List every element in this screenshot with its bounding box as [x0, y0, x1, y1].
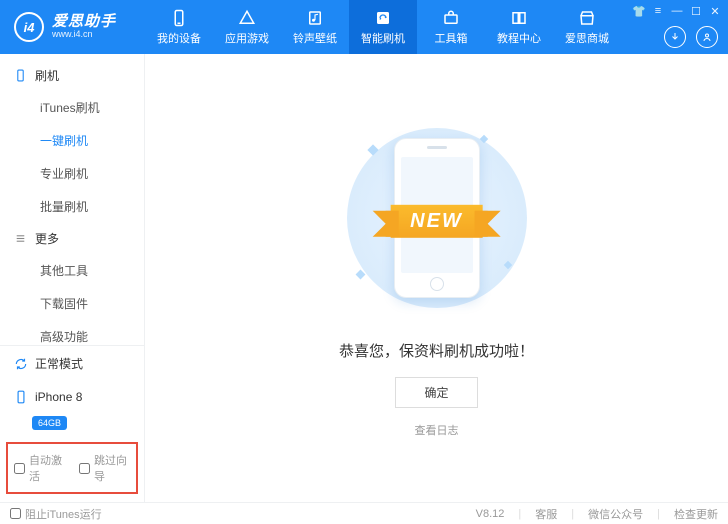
skip-guide-check[interactable]: 跳过向导: [79, 452, 130, 484]
wechat-link[interactable]: 微信公众号: [588, 506, 643, 522]
sidebar-item-download[interactable]: 下载固件: [0, 287, 144, 320]
logo-sub: www.i4.cn: [52, 30, 116, 40]
phone-icon: [14, 390, 28, 404]
sidebar-item-other[interactable]: 其他工具: [0, 254, 144, 287]
status-label: 正常模式: [35, 355, 83, 372]
sidebar-item-itunes[interactable]: iTunes刷机: [0, 91, 144, 124]
view-log-link[interactable]: 查看日志: [415, 422, 459, 438]
nav-flash[interactable]: 智能刷机: [349, 0, 417, 54]
apps-icon: [238, 9, 256, 27]
music-icon: [306, 9, 324, 27]
check-label: 跳过向导: [94, 452, 130, 484]
sidebar-item-oneclick[interactable]: 一键刷机: [0, 124, 144, 157]
nav-label: 应用游戏: [225, 30, 269, 46]
check-label: 阻止iTunes运行: [25, 506, 102, 522]
update-link[interactable]: 检查更新: [674, 506, 718, 522]
nav-label: 智能刷机: [361, 30, 405, 46]
nav-ring[interactable]: 铃声壁纸: [281, 0, 349, 54]
sidebar-item-advanced[interactable]: 高级功能: [0, 320, 144, 345]
toolbox-icon: [442, 9, 460, 27]
separator: |: [518, 508, 521, 520]
book-icon: [510, 9, 528, 27]
nav-mall[interactable]: 爱思商城: [553, 0, 621, 54]
separator: |: [657, 508, 660, 520]
success-message: 恭喜您，保资料刷机成功啦！: [339, 340, 534, 361]
footer-right: V8.12 | 客服 | 微信公众号 | 检查更新: [476, 506, 718, 522]
nav-label: 爱思商城: [565, 30, 609, 46]
download-icon[interactable]: [664, 26, 686, 48]
main-content: NEW 恭喜您，保资料刷机成功啦！ 确定 查看日志: [145, 54, 728, 502]
phone-icon: [170, 9, 188, 27]
sidebar: 刷机 iTunes刷机 一键刷机 专业刷机 批量刷机 更多 其他工具 下载固件 …: [0, 54, 145, 502]
auto-activate-check[interactable]: 自动激活: [14, 452, 65, 484]
menu-icon: [14, 232, 27, 245]
device-status[interactable]: 正常模式: [0, 346, 144, 381]
ok-button[interactable]: 确定: [395, 377, 477, 408]
sidebar-bottom: 正常模式 iPhone 8 64GB 自动激活 跳过向导: [0, 345, 144, 502]
refresh-icon: [14, 357, 28, 371]
header: i4 爱思助手 www.i4.cn 我的设备 应用游戏 铃声壁纸 智能刷机 工具…: [0, 0, 728, 54]
nav: 我的设备 应用游戏 铃声壁纸 智能刷机 工具箱 教程中心 爱思商城: [145, 0, 621, 54]
nav-tutorial[interactable]: 教程中心: [485, 0, 553, 54]
ribbon-text: NEW: [390, 205, 483, 238]
logo-text: 爱思助手 www.i4.cn: [52, 14, 116, 40]
skin-icon[interactable]: 👕: [632, 4, 646, 18]
nav-device[interactable]: 我的设备: [145, 0, 213, 54]
phone-icon: [14, 69, 27, 82]
footer-left: 阻止iTunes运行: [10, 506, 102, 522]
user-icon[interactable]: [696, 26, 718, 48]
device-name: iPhone 8: [35, 390, 82, 404]
sidebar-group-title: 更多: [35, 230, 59, 247]
sidebar-group-more[interactable]: 更多: [0, 223, 144, 254]
support-link[interactable]: 客服: [535, 506, 557, 522]
new-ribbon: NEW: [390, 205, 483, 238]
header-right: [664, 26, 718, 48]
storage-badge: 64GB: [32, 416, 67, 430]
success-illustration: NEW: [327, 118, 547, 318]
nav-label: 教程中心: [497, 30, 541, 46]
logo[interactable]: i4 爱思助手 www.i4.cn: [0, 12, 145, 42]
sidebar-item-batch[interactable]: 批量刷机: [0, 190, 144, 223]
footer: 阻止iTunes运行 V8.12 | 客服 | 微信公众号 | 检查更新: [0, 502, 728, 524]
block-itunes-check[interactable]: 阻止iTunes运行: [10, 506, 102, 522]
highlighted-checks: 自动激活 跳过向导: [6, 442, 138, 494]
body: 刷机 iTunes刷机 一键刷机 专业刷机 批量刷机 更多 其他工具 下载固件 …: [0, 54, 728, 502]
device-info[interactable]: iPhone 8: [0, 381, 144, 413]
nav-label: 工具箱: [435, 30, 468, 46]
logo-main: 爱思助手: [52, 14, 116, 31]
separator: |: [571, 508, 574, 520]
shop-icon: [578, 9, 596, 27]
menu-icon[interactable]: ≡: [651, 4, 665, 18]
check-label: 自动激活: [29, 452, 65, 484]
minimize-icon[interactable]: —: [670, 4, 684, 18]
close-icon[interactable]: ✕: [708, 4, 722, 18]
window-controls: 👕 ≡ — ☐ ✕: [632, 4, 722, 18]
version-label: V8.12: [476, 508, 505, 520]
logo-icon: i4: [14, 12, 44, 42]
nav-label: 我的设备: [157, 30, 201, 46]
sidebar-group-title: 刷机: [35, 67, 59, 84]
nav-label: 铃声壁纸: [293, 30, 337, 46]
nav-apps[interactable]: 应用游戏: [213, 0, 281, 54]
maximize-icon[interactable]: ☐: [689, 4, 703, 18]
nav-toolbox[interactable]: 工具箱: [417, 0, 485, 54]
sidebar-item-pro[interactable]: 专业刷机: [0, 157, 144, 190]
flash-icon: [374, 9, 392, 27]
sidebar-group-flash[interactable]: 刷机: [0, 60, 144, 91]
